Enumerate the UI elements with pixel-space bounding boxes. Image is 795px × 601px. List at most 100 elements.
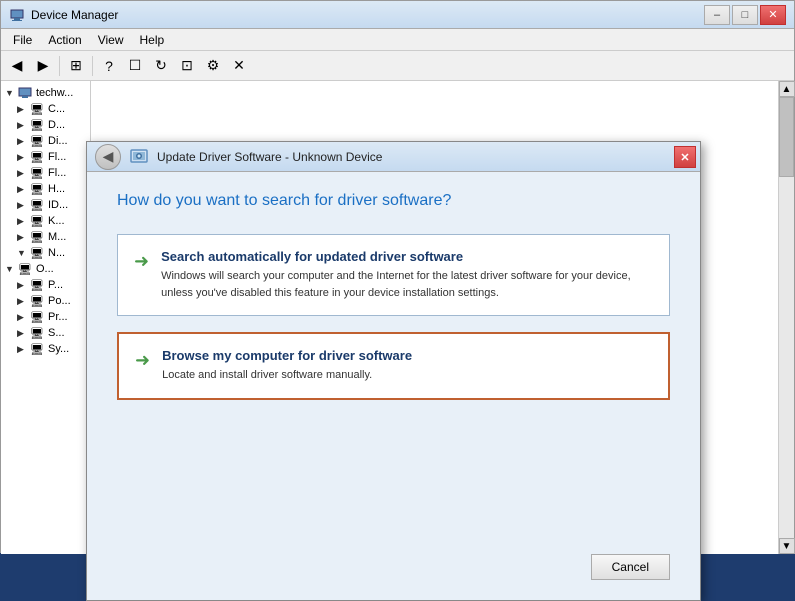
toolbar-grid[interactable]: ⊞ <box>64 54 88 78</box>
tree-arrow: ▼ <box>5 88 17 98</box>
list-item[interactable]: ▶ 🖥 H... <box>3 181 88 197</box>
device-icon-c: 🖥 <box>29 102 45 116</box>
tree-arrow-s: ▶ <box>17 328 29 339</box>
dialog-content: How do you want to search for driver sof… <box>87 172 700 600</box>
list-item[interactable]: ▶ 🖥 ID... <box>3 197 88 213</box>
window-controls: – □ ✕ <box>704 5 786 25</box>
device-icon-n: 🖥 <box>29 246 45 260</box>
scroll-track <box>779 97 794 538</box>
list-item[interactable]: ▶ 🖥 Pr... <box>3 309 88 325</box>
tree-arrow-fl2: ▶ <box>17 168 29 179</box>
device-icon-po: 🖥 <box>29 294 45 308</box>
dialog-title-bar: ◀ Update Driver Software - Unknown Devic… <box>87 142 700 172</box>
toolbar-back[interactable]: ◀ <box>5 54 29 78</box>
device-icon-p1: 🖥 <box>29 278 45 292</box>
device-icon-o: 🖥 <box>17 262 33 276</box>
tree-arrow-pr: ▶ <box>17 312 29 323</box>
device-icon-m: 🖥 <box>29 230 45 244</box>
cancel-button[interactable]: Cancel <box>591 554 670 580</box>
dialog-close-button[interactable]: ✕ <box>674 146 696 168</box>
list-item[interactable]: ▶ 🖥 P... <box>3 277 88 293</box>
computer-icon <box>17 86 33 100</box>
dialog-driver-icon <box>129 147 149 167</box>
update-driver-dialog: ◀ Update Driver Software - Unknown Devic… <box>86 141 701 601</box>
dialog-title-text: Update Driver Software - Unknown Device <box>157 150 382 164</box>
maximize-button[interactable]: □ <box>732 5 758 25</box>
device-icon-fl2: 🖥 <box>29 166 45 180</box>
title-bar: Device Manager – □ ✕ <box>1 1 794 29</box>
menu-view[interactable]: View <box>90 31 132 49</box>
browse-option[interactable]: ➜ Browse my computer for driver software… <box>117 332 670 400</box>
list-item[interactable]: ▶ 🖥 Fl... <box>3 149 88 165</box>
tree-arrow-h: ▶ <box>17 184 29 195</box>
toolbar-properties[interactable]: ⊡ <box>175 54 199 78</box>
toolbar: ◀ ▶ ⊞ ? ☐ ↻ ⊡ ⚙ ✕ <box>1 51 794 81</box>
tree-arrow-di: ▶ <box>17 136 29 147</box>
tree-label-n: N... <box>48 247 65 259</box>
device-icon-fl1: 🖥 <box>29 150 45 164</box>
tree-label-fl1: Fl... <box>48 151 66 163</box>
scroll-thumb[interactable] <box>779 97 794 177</box>
scrollbar[interactable]: ▲ ▼ <box>778 81 794 554</box>
close-button[interactable]: ✕ <box>760 5 786 25</box>
scroll-down-arrow[interactable]: ▼ <box>779 538 795 554</box>
dialog-back-button[interactable]: ◀ <box>95 144 121 170</box>
list-item[interactable]: ▶ 🖥 C... <box>3 101 88 117</box>
tree-label-o: O... <box>36 263 54 275</box>
tree-label-s: S... <box>48 327 65 339</box>
list-item[interactable]: ▶ 🖥 Fl... <box>3 165 88 181</box>
list-item[interactable]: ▶ 🖥 M... <box>3 229 88 245</box>
toolbar-settings[interactable]: ⚙ <box>201 54 225 78</box>
device-icon-id: 🖥 <box>29 198 45 212</box>
menu-help[interactable]: Help <box>132 31 173 49</box>
main-area: ▼ techw... ▶ 🖥 C... ▶ 🖥 D... <box>1 81 794 554</box>
tree-label-h: H... <box>48 183 65 195</box>
scroll-up-arrow[interactable]: ▲ <box>779 81 795 97</box>
tree-arrow-d: ▶ <box>17 120 29 131</box>
toolbar-refresh[interactable]: ↻ <box>149 54 173 78</box>
tree-label-m: M... <box>48 231 66 243</box>
minimize-button[interactable]: – <box>704 5 730 25</box>
tree-arrow-p1: ▶ <box>17 280 29 291</box>
list-item[interactable]: ▶ 🖥 Sy... <box>3 341 88 357</box>
menu-action[interactable]: Action <box>40 31 89 49</box>
tree-arrow-o: ▼ <box>5 264 17 274</box>
list-item[interactable]: ▶ 🖥 Po... <box>3 293 88 309</box>
auto-search-title: Search automatically for updated driver … <box>161 249 653 264</box>
auto-search-description: Windows will search your computer and th… <box>161 268 653 301</box>
menu-file[interactable]: File <box>5 31 40 49</box>
tree-label-k: K... <box>48 215 65 227</box>
tree-label-c: C... <box>48 103 65 115</box>
auto-search-option[interactable]: ➜ Search automatically for updated drive… <box>117 234 670 316</box>
list-item[interactable]: ▶ 🖥 K... <box>3 213 88 229</box>
device-icon-sy: 🖥 <box>29 342 45 356</box>
toolbar-checkbox[interactable]: ☐ <box>123 54 147 78</box>
list-item[interactable]: ▶ 🖥 Di... <box>3 133 88 149</box>
tree-item-o[interactable]: ▼ 🖥 O... <box>3 261 88 277</box>
auto-search-arrow-icon: ➜ <box>134 251 149 272</box>
tree-item-root[interactable]: ▼ techw... <box>3 85 88 101</box>
browse-description: Locate and install driver software manua… <box>162 367 412 384</box>
tree-arrow-po: ▶ <box>17 296 29 307</box>
browse-arrow-icon: ➜ <box>135 350 150 371</box>
toolbar-separator-1 <box>59 56 60 76</box>
menu-bar: File Action View Help <box>1 29 794 51</box>
device-icon-pr: 🖥 <box>29 310 45 324</box>
toolbar-forward[interactable]: ▶ <box>31 54 55 78</box>
tree-arrow-m: ▶ <box>17 232 29 243</box>
dialog-question: How do you want to search for driver sof… <box>117 192 670 210</box>
toolbar-help[interactable]: ? <box>97 54 121 78</box>
list-item[interactable]: ▶ 🖥 D... <box>3 117 88 133</box>
tree-label-fl2: Fl... <box>48 167 66 179</box>
tree-label-pr: Pr... <box>48 311 68 323</box>
list-item[interactable]: ▼ 🖥 N... <box>3 245 88 261</box>
tree-arrow-sy: ▶ <box>17 344 29 355</box>
list-item[interactable]: ▶ 🖥 S... <box>3 325 88 341</box>
tree-arrow-fl1: ▶ <box>17 152 29 163</box>
browse-title: Browse my computer for driver software <box>162 348 412 363</box>
window-title: Device Manager <box>31 8 704 22</box>
device-icon-s: 🖥 <box>29 326 45 340</box>
toolbar-remove[interactable]: ✕ <box>227 54 251 78</box>
tree-arrow-n: ▼ <box>17 248 29 258</box>
tree-label-p1: P... <box>48 279 63 291</box>
